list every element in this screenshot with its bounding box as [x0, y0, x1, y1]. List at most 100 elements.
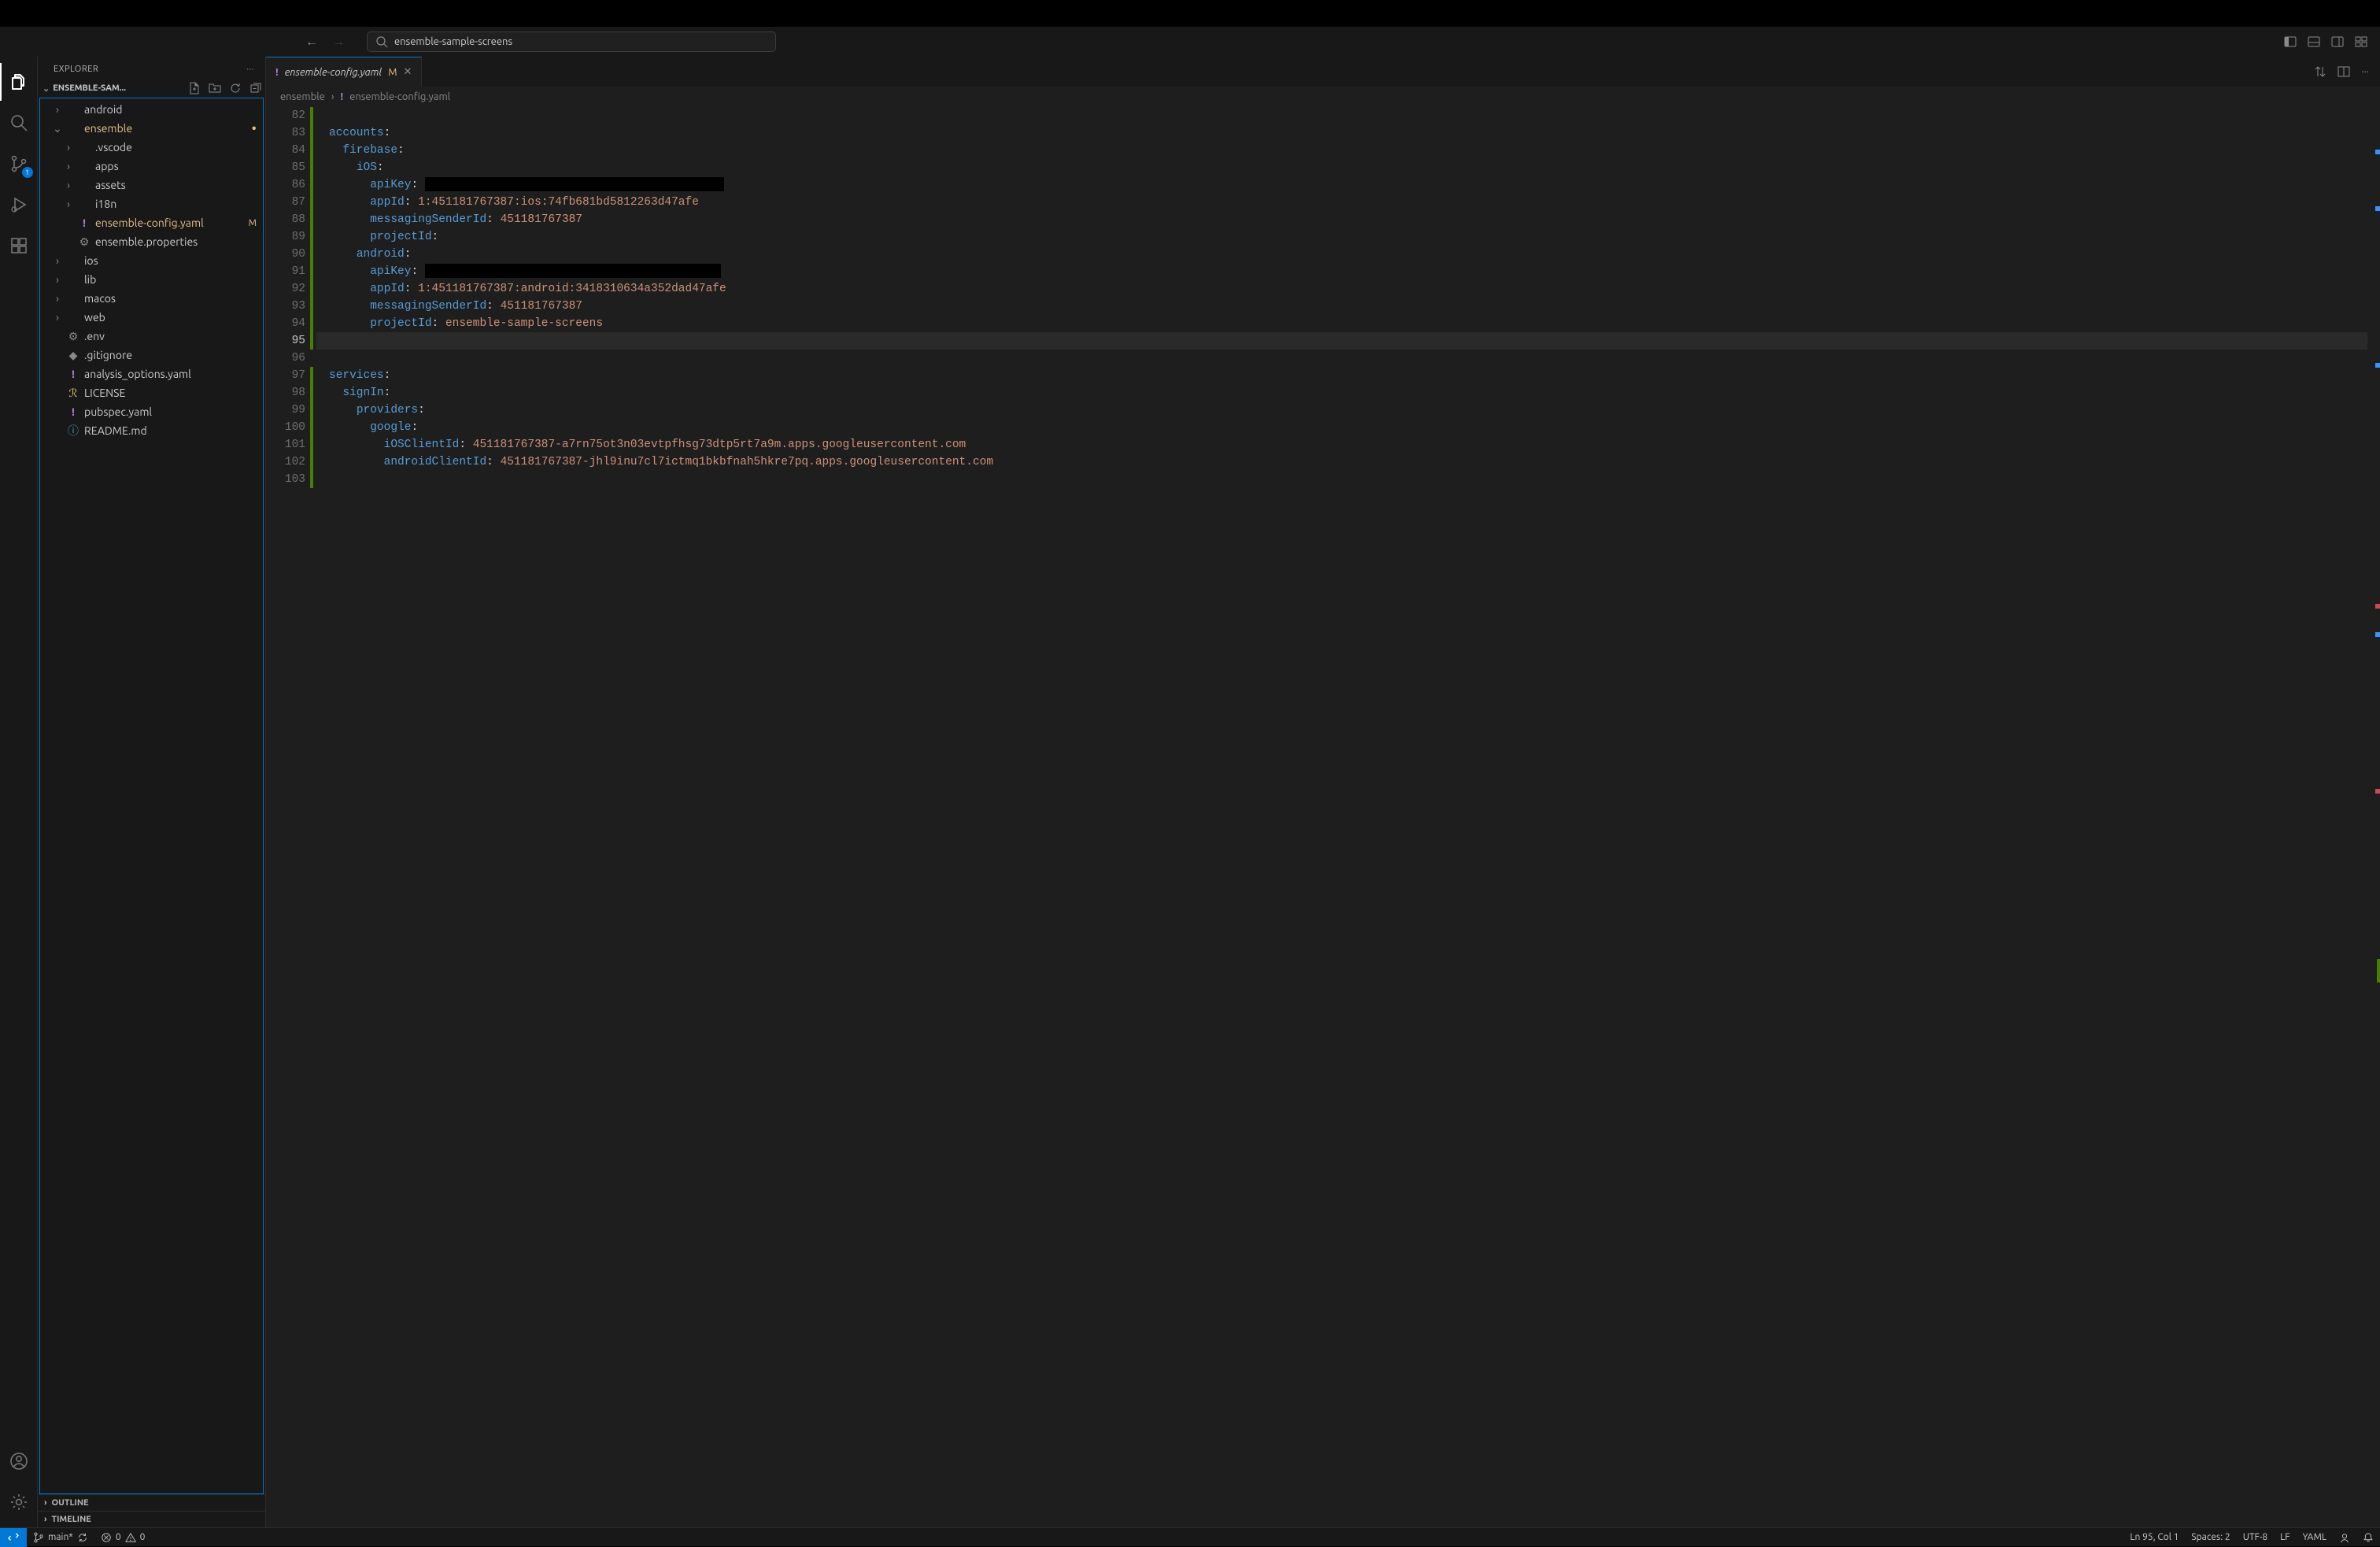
tree-item-label: README.md [84, 424, 147, 437]
chevron-right-icon: › [44, 1498, 46, 1508]
tab-ensemble-config[interactable]: ! ensemble-config.yaml M ✕ [266, 57, 422, 87]
status-indent[interactable]: Spaces: 2 [2185, 1532, 2236, 1543]
folder-android[interactable]: ›android [40, 100, 263, 119]
activity-accounts[interactable] [0, 1442, 38, 1480]
status-branch[interactable]: main* [27, 1532, 94, 1543]
status-notifications[interactable] [2356, 1532, 2380, 1543]
chevron-right-icon: › [44, 1515, 46, 1524]
code-content[interactable]: accounts: firebase: iOS: apiKey: appId: … [313, 107, 2367, 1527]
folder-web[interactable]: › web [40, 308, 263, 327]
file-readme-md[interactable]: ⓘREADME.md [40, 421, 263, 440]
folder-macos[interactable]: › macos [40, 289, 263, 308]
modified-indicator: M [249, 218, 257, 228]
chevron-icon: › [64, 198, 73, 210]
toggle-secondary-sidebar-icon[interactable] [2331, 35, 2344, 48]
editor-area: ! ensemble-config.yaml M ✕ ··· ensemble … [266, 57, 2380, 1527]
outline-label: OUTLINE [51, 1498, 88, 1508]
feedback-icon [2339, 1532, 2350, 1543]
file-analysis-options-yaml[interactable]: !analysis_options.yaml [40, 365, 263, 383]
refresh-icon[interactable] [229, 82, 242, 94]
tree-item-label: web [84, 311, 105, 324]
status-cursor[interactable]: Ln 95, Col 1 [2123, 1532, 2185, 1543]
tree-item-label: assets [95, 179, 126, 191]
file-license[interactable]: ℛLICENSE [40, 383, 263, 402]
chevron-right-icon: › [331, 91, 334, 102]
account-icon [9, 1452, 28, 1471]
tree-item-label: android [84, 103, 122, 116]
extensions-icon [9, 236, 28, 255]
status-branch-name: main* [48, 1532, 73, 1542]
folder-assets[interactable]: ›assets [40, 176, 263, 194]
file-tree[interactable]: ›android⌄ensemble•›.vscode›apps›assets›i… [39, 98, 264, 1494]
tab-modified-indicator: M [388, 67, 397, 78]
tree-item-label: .gitignore [84, 349, 132, 361]
activity-search[interactable] [0, 104, 38, 142]
chevron-icon: ⌄ [53, 122, 62, 135]
status-problems[interactable]: 0 0 [94, 1532, 152, 1543]
file-type-icon: ! [67, 368, 79, 380]
breadcrumb-seg2[interactable]: ensemble-config.yaml [349, 91, 450, 102]
minimap[interactable] [2367, 107, 2380, 1527]
scm-badge: 1 [22, 167, 33, 178]
folder-apps[interactable]: ›apps [40, 157, 263, 176]
chevron-icon: › [64, 160, 73, 172]
chevron-icon: › [53, 254, 62, 267]
sync-icon[interactable] [77, 1532, 88, 1543]
close-icon[interactable]: ✕ [404, 66, 412, 78]
file-type-icon: ! [78, 217, 91, 229]
breadcrumb[interactable]: ensemble › ! ensemble-config.yaml [266, 87, 2380, 107]
file-ensemble-properties[interactable]: ⚙ensemble.properties [40, 232, 263, 251]
split-editor-icon[interactable] [2338, 65, 2350, 78]
command-center-text: ensemble-sample-screens [394, 36, 512, 47]
status-language[interactable]: YAML [2297, 1532, 2333, 1543]
customize-layout-icon[interactable] [2355, 35, 2367, 48]
activity-explorer[interactable] [0, 63, 38, 101]
file-type-icon: ℛ [67, 387, 79, 400]
folder--vscode[interactable]: ›.vscode [40, 138, 263, 157]
activity-settings[interactable] [0, 1483, 38, 1521]
more-actions-icon[interactable]: ··· [2361, 66, 2369, 77]
toggle-primary-sidebar-icon[interactable] [2284, 35, 2297, 48]
status-warning-count: 0 [140, 1532, 146, 1542]
files-icon [9, 72, 28, 91]
status-bar: main* 0 0 Ln 95, Col 1 Spaces: 2 UTF-8 L… [0, 1527, 2380, 1546]
activity-run-debug[interactable] [0, 186, 38, 224]
remote-icon [8, 1532, 19, 1543]
compare-changes-icon[interactable] [2314, 65, 2326, 78]
breadcrumb-seg1[interactable]: ensemble [280, 91, 325, 102]
tree-item-label: ios [84, 254, 98, 267]
tree-item-label: lib [84, 273, 96, 286]
remote-indicator[interactable] [0, 1528, 27, 1547]
folder-lib[interactable]: ›lib [40, 270, 263, 289]
chevron-icon: › [53, 292, 62, 305]
command-center[interactable]: ensemble-sample-screens [367, 31, 776, 52]
file-type-icon: ! [67, 405, 79, 418]
nav-forward-button[interactable]: → [332, 35, 345, 50]
status-encoding[interactable]: UTF-8 [2237, 1532, 2274, 1543]
folder-ensemble[interactable]: ⌄ensemble• [40, 119, 263, 138]
activity-source-control[interactable]: 1 [0, 145, 38, 183]
chevron-icon: › [53, 311, 62, 324]
timeline-section[interactable]: › TIMELINE [38, 1511, 265, 1527]
file-ensemble-config-yaml[interactable]: !ensemble-config.yamlM [40, 213, 263, 232]
file--env[interactable]: ⚙.env [40, 327, 263, 346]
editor[interactable]: 8283848586878889909192939495969798991001… [266, 107, 2380, 1527]
file--gitignore[interactable]: ◆.gitignore [40, 346, 263, 365]
tree-item-label: macos [84, 292, 116, 305]
activity-extensions[interactable] [0, 227, 38, 265]
folder-i18n[interactable]: ›i18n [40, 194, 263, 213]
new-folder-icon[interactable] [209, 82, 221, 94]
status-error-count: 0 [116, 1532, 121, 1542]
explorer-more-icon[interactable]: ··· [246, 65, 254, 74]
debug-icon [9, 195, 28, 214]
folder-ios[interactable]: › ios [40, 251, 263, 270]
collapse-all-icon[interactable] [249, 82, 262, 94]
file-pubspec-yaml[interactable]: !pubspec.yaml [40, 402, 263, 421]
nav-back-button[interactable]: ← [305, 35, 318, 50]
outline-section[interactable]: › OUTLINE [38, 1494, 265, 1511]
new-file-icon[interactable] [188, 82, 201, 94]
explorer-folder-name[interactable]: ENSEMBLE-SAM... [53, 83, 126, 93]
toggle-panel-icon[interactable] [2308, 35, 2320, 48]
status-feedback[interactable] [2333, 1532, 2356, 1543]
status-eol[interactable]: LF [2274, 1532, 2296, 1543]
